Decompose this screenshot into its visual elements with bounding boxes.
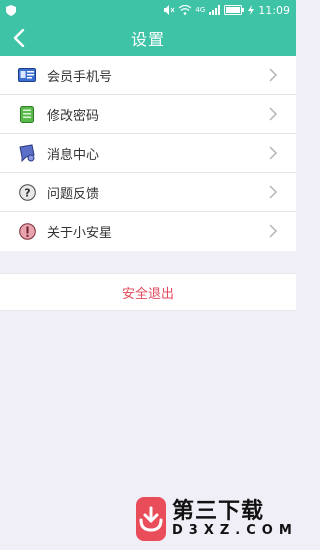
wifi-icon [179, 5, 192, 15]
id-card-icon [18, 68, 36, 82]
menu-item-label: 会员手机号 [47, 69, 113, 85]
menu-item-about[interactable]: 关于小安星 [0, 212, 296, 251]
info-icon [18, 223, 36, 240]
password-icon [20, 105, 34, 123]
menu-item-label: 问题反馈 [47, 186, 100, 202]
menu-item-label: 消息中心 [47, 147, 100, 163]
logout-label: 安全退出 [121, 286, 174, 302]
svg-text:?: ? [24, 186, 30, 199]
battery-icon [224, 5, 245, 15]
charging-icon [248, 5, 255, 15]
message-icon [19, 144, 35, 162]
back-button[interactable] [8, 26, 30, 50]
menu-item-change-password[interactable]: 修改密码 [0, 95, 296, 134]
question-icon: ? [18, 183, 36, 201]
download-logo-icon [136, 497, 166, 541]
chevron-right-icon [269, 185, 278, 199]
watermark-title: 第三下载 [172, 498, 265, 524]
chevron-right-icon [269, 224, 278, 238]
menu-item-member-phone[interactable]: 会员手机号 [0, 56, 296, 95]
watermark: 第三下载 D3XZ.COM [136, 493, 296, 545]
shield-icon [6, 4, 16, 16]
menu-item-label: 关于小安星 [47, 226, 113, 241]
clock: 11:09 [258, 3, 290, 17]
chevron-right-icon [269, 68, 278, 82]
chevron-left-icon [13, 29, 25, 47]
settings-menu: 会员手机号 修改密码 消息中心 ? 问题反馈 关于小安星 [0, 56, 296, 251]
network-type: 4G [195, 5, 206, 14]
nav-bar: 设置 [0, 20, 296, 56]
signal-icon [209, 5, 221, 15]
watermark-domain: D3XZ.COM [172, 522, 298, 538]
logout-button[interactable]: 安全退出 [0, 273, 296, 311]
menu-item-feedback[interactable]: ? 问题反馈 [0, 173, 296, 212]
chevron-right-icon [269, 107, 278, 121]
menu-item-message-center[interactable]: 消息中心 [0, 134, 296, 173]
status-bar: 4G 11:09 [0, 0, 296, 20]
mute-icon [164, 5, 175, 15]
page-title: 设置 [130, 30, 165, 49]
chevron-right-icon [269, 146, 278, 160]
top-bar: 4G 11:09 设置 [0, 0, 296, 56]
menu-item-label: 修改密码 [47, 108, 100, 124]
